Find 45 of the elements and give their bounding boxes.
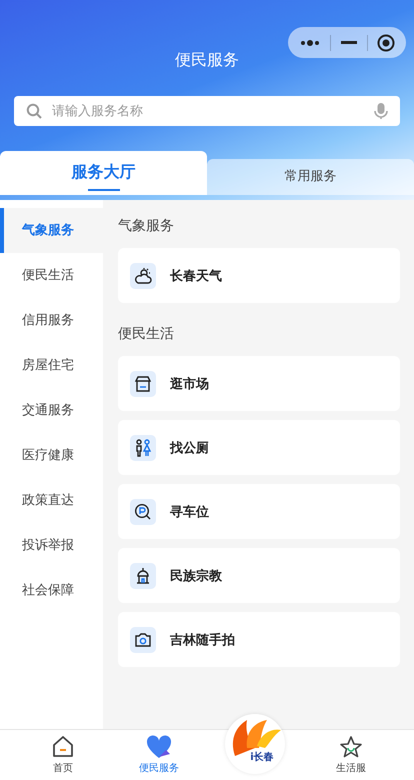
section-title: 气象服务 [118,217,175,236]
app-logo[interactable]: i长春 [225,714,285,774]
search-icon [26,103,42,119]
nav-label[interactable]: 首页 [53,761,73,775]
sidebar-item[interactable]: 医疗健康 [0,433,103,478]
tab[interactable]: 常用服务 [207,159,414,195]
search-field[interactable]: 请输入服务名称 [50,102,366,120]
cloud-sun-icon [134,266,152,284]
nav-label[interactable]: 便民服务 [139,761,179,775]
service-card[interactable]: 吉林随手拍 [118,612,400,667]
service-card[interactable]: 长春天气 [118,248,400,303]
sidebar-item[interactable]: 气象服务 [0,208,103,253]
minimize-icon[interactable] [340,40,357,44]
sidebar-item[interactable]: 投诉举报 [0,523,103,568]
sidebar-item[interactable]: 便民生活 [0,253,103,298]
service-label: 长春天气 [170,268,222,284]
restroom-icon [134,438,152,456]
sidebar-item[interactable]: 社会保障 [0,568,103,613]
nav-label[interactable]: 生活服 [336,761,366,775]
close-icon[interactable] [377,34,396,52]
sidebar-item[interactable]: 政策直达 [0,478,103,523]
service-label: 吉林随手拍 [170,632,235,648]
camera-icon [134,630,152,648]
service-label: 寻车位 [170,504,209,520]
temple-icon [134,566,152,584]
sidebar-item[interactable]: 信用服务 [0,298,103,343]
shop-icon [134,374,152,392]
service-card[interactable]: 找公厕 [118,420,400,475]
sidebar-item[interactable]: 房屋住宅 [0,343,103,388]
more-icon[interactable] [298,38,321,46]
section-title: 便民生活 [118,325,175,344]
heart-icon[interactable] [146,735,172,759]
service-label: 民族宗教 [170,568,222,584]
page-title: 便民服务 [175,50,239,71]
service-label: 找公厕 [170,440,209,456]
parking-icon [134,502,152,520]
star-icon[interactable] [339,735,363,759]
home-icon[interactable] [51,735,75,759]
service-card[interactable]: 逛市场 [118,356,400,411]
service-card[interactable]: 民族宗教 [118,548,400,603]
sidebar-item[interactable]: 交通服务 [0,388,103,433]
tab[interactable]: 服务大厅 [0,151,207,195]
service-card[interactable]: 寻车位 [118,484,400,539]
service-label: 逛市场 [170,376,209,392]
search-bar[interactable]: 请输入服务名称 [14,96,400,126]
